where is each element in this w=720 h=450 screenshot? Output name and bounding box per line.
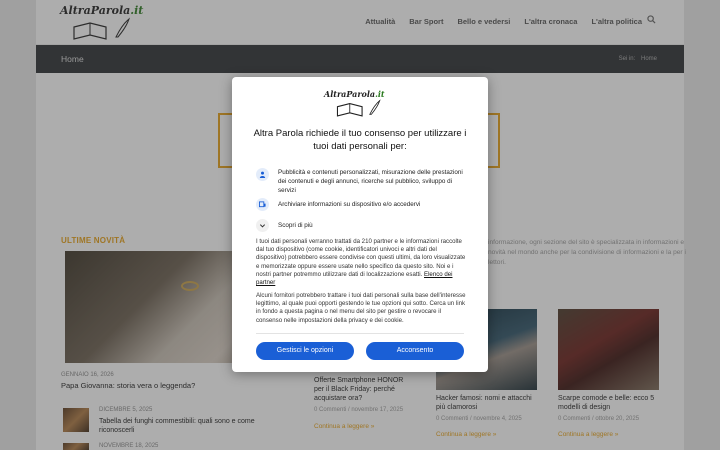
divider	[256, 333, 464, 334]
purpose-text: Pubblicità e contenuti personalizzati, m…	[278, 169, 463, 194]
device-icon	[256, 198, 269, 211]
person-icon	[256, 168, 269, 181]
consent-heading: Altra Parola richiede il tuo consenso pe…	[253, 128, 467, 152]
consent-logo: AltraParola.it	[324, 89, 396, 119]
consent-dialog: AltraParola.it Altra Parola richiede il …	[232, 77, 488, 372]
learn-more-toggle[interactable]: Scopri di più	[256, 219, 468, 233]
consent-purpose-ads: Pubblicità e contenuti personalizzati, m…	[256, 168, 468, 196]
consent-purpose-storage: Archiviare informazioni su dispositivo e…	[256, 198, 468, 212]
logo-text: AltraParola.it	[324, 89, 385, 99]
consent-body-main: I tuoi dati personali verranno trattati …	[256, 238, 468, 287]
accept-button[interactable]: Acconsento	[366, 342, 464, 360]
purpose-text: Archiviare informazioni su dispositivo e…	[278, 201, 421, 208]
learn-more-label: Scopri di più	[278, 222, 313, 229]
book-quill-logo-icon	[336, 99, 381, 117]
consent-body-legit-interest: Alcuni fornitori potrebbero trattare i t…	[256, 292, 466, 324]
manage-options-button[interactable]: Gestisci le opzioni	[256, 342, 354, 360]
chevron-down-icon	[256, 219, 269, 232]
